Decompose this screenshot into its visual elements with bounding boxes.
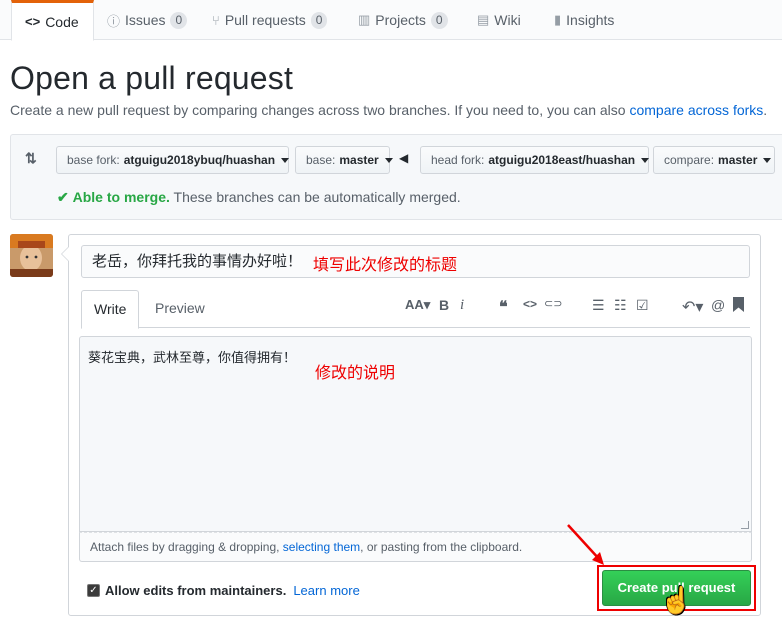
head-fork-value: atguigu2018east/huashan — [488, 153, 636, 167]
base-fork-value: atguigu2018ybuq/huashan — [123, 153, 276, 167]
compare-across-forks-link[interactable]: compare across forks — [629, 102, 763, 118]
avatar[interactable] — [10, 234, 53, 277]
repo-nav-tabs: <> Code ⓘ Issues 0 ⑂ Pull requests 0 ▥ P… — [0, 0, 782, 41]
bookmark-shape — [733, 297, 744, 312]
chevron-down-icon — [763, 157, 772, 163]
merge-status: ✔ Able to merge. These branches can be a… — [57, 189, 461, 206]
chevron-down-icon — [641, 157, 650, 163]
tab-pull-requests[interactable]: ⑂ Pull requests 0 — [212, 0, 328, 40]
mention-icon[interactable]: @ — [711, 297, 725, 313]
code-icon: <> — [25, 14, 41, 29]
base-label: base: — [306, 153, 336, 167]
issues-count: 0 — [170, 11, 188, 29]
avatar-image — [10, 234, 53, 277]
tab-projects[interactable]: ▥ Projects 0 — [358, 0, 448, 40]
tab-label: Pull requests — [224, 12, 306, 28]
head-fork-select[interactable]: head fork: atguigu2018east/huashan — [420, 146, 650, 174]
subtitle-end: . — [763, 102, 768, 118]
merge-status-message: These branches can be automatically merg… — [173, 189, 461, 205]
base-branch-select[interactable]: base: master — [295, 146, 393, 174]
tab-issues[interactable]: ⓘ Issues 0 — [107, 0, 188, 40]
compare-value: master — [718, 153, 758, 167]
check-icon: ✔ — [57, 189, 69, 205]
annotation-arrow-icon — [567, 524, 604, 565]
book-icon: ▤ — [477, 12, 490, 27]
tab-label: Wiki — [494, 12, 521, 28]
body-annotation: 修改的说明 — [315, 363, 396, 382]
pull-requests-count: 0 — [310, 11, 328, 29]
comment-body-textarea[interactable]: 葵花宝典，武林至尊，你值得拥有！ — [79, 336, 752, 532]
projects-count: 0 — [430, 11, 448, 29]
subtitle-text: Create a new pull request by comparing c… — [10, 102, 626, 118]
tab-write[interactable]: Write — [81, 290, 140, 329]
chevron-down-icon — [281, 157, 290, 163]
compare-branch-select[interactable]: compare: master — [653, 146, 775, 174]
bold-icon[interactable]: B — [439, 297, 449, 313]
italic-icon[interactable]: i — [460, 297, 464, 314]
compare-range: ⇅ base fork: atguigu2018ybuq/huashan bas… — [10, 134, 782, 220]
reply-icon[interactable]: ↶▾ — [682, 297, 703, 317]
quote-icon[interactable]: ❝ — [499, 297, 508, 317]
task-list-icon[interactable]: ☑ — [636, 297, 649, 314]
issue-icon: ⓘ — [107, 13, 121, 29]
unordered-list-icon[interactable]: ☰ — [592, 297, 605, 314]
code-icon[interactable]: <> — [523, 297, 537, 311]
merge-status-label: Able to merge. — [72, 189, 170, 205]
graph-icon: ▮ — [554, 12, 562, 27]
header-text: AA — [405, 297, 424, 312]
tab-label: Issues — [125, 12, 166, 28]
allow-edits-label: Allow edits from maintainers. — [105, 583, 287, 598]
tab-preview[interactable]: Preview — [143, 290, 217, 328]
compare-label: compare: — [664, 153, 715, 167]
base-fork-label: base fork: — [67, 153, 120, 167]
tab-insights[interactable]: ▮ Insights — [554, 0, 614, 40]
pull-request-icon: ⑂ — [212, 12, 220, 28]
attach-prefix: Attach files by dragging & dropping, — [90, 540, 280, 554]
resize-handle[interactable] — [741, 521, 749, 529]
base-fork-select[interactable]: base fork: atguigu2018ybuq/huashan — [56, 146, 290, 174]
selecting-them-link[interactable]: selecting them — [283, 540, 360, 554]
reply-glyph: ↶ — [682, 299, 696, 316]
link-icon[interactable]: ⊂⊃ — [544, 297, 562, 310]
attach-suffix: , or pasting from the clipboard. — [360, 540, 523, 554]
hand-cursor-icon: ☝ — [660, 585, 693, 615]
tab-label: Projects — [375, 12, 426, 28]
tab-wiki[interactable]: ▤ Wiki — [477, 0, 521, 40]
page-subtitle: Create a new pull request by comparing c… — [10, 102, 767, 118]
attach-files-bar[interactable]: Attach files by dragging & dropping, sel… — [79, 532, 752, 562]
allow-edits-checkbox[interactable]: ✓ — [87, 584, 100, 597]
comment-body-text: 葵花宝典，武林至尊，你值得拥有！ — [88, 351, 297, 366]
pull-request-form: 老岳，你拜托我的事情办好啦！ 填写此次修改的标题 Write Preview A… — [61, 234, 761, 616]
page-title: Open a pull request — [10, 60, 294, 96]
project-icon: ▥ — [358, 12, 371, 27]
tab-label: Code — [45, 13, 79, 30]
header-icon[interactable]: AA▾ — [405, 297, 430, 313]
bookmark-icon[interactable] — [733, 297, 744, 315]
tab-code[interactable]: <> Code — [11, 0, 94, 41]
tab-label: Insights — [566, 12, 615, 28]
chevron-down-icon — [384, 157, 393, 163]
allow-edits: ✓ Allow edits from maintainers. Learn mo… — [87, 583, 360, 598]
ordered-list-icon[interactable]: ☷ — [614, 297, 627, 314]
title-annotation: 填写此次修改的标题 — [313, 255, 458, 274]
learn-more-link[interactable]: Learn more — [293, 583, 359, 598]
arrow-left-icon: ◀ — [399, 151, 409, 165]
base-value: master — [339, 153, 379, 167]
head-fork-label: head fork: — [431, 153, 485, 167]
compare-arrows-icon: ⇅ — [25, 150, 37, 166]
